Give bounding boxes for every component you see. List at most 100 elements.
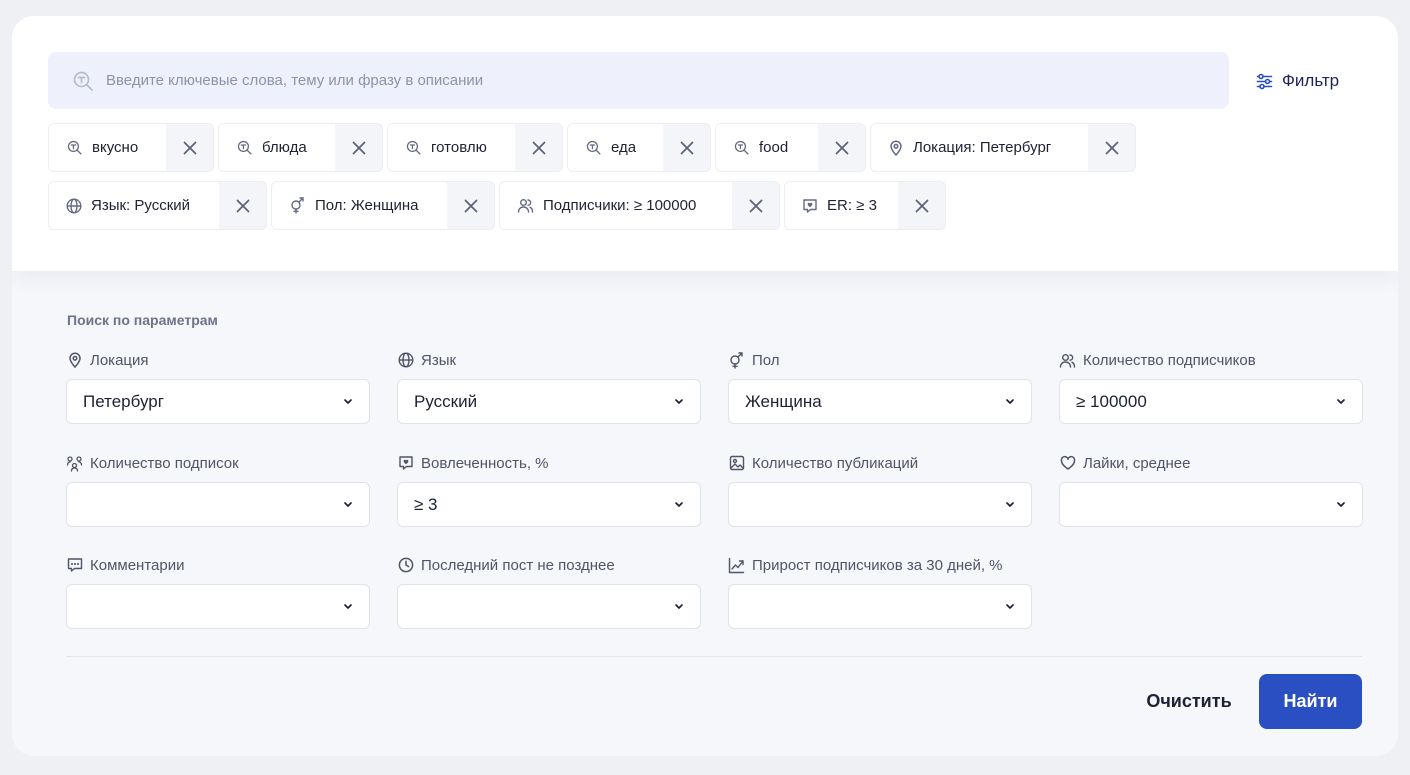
engagement-icon [802,198,818,214]
chip-body: food [716,124,818,171]
search-keyword-icon [70,68,96,94]
comments-select[interactable] [66,584,370,629]
chip-remove-button[interactable] [732,182,779,229]
field-label-text: Язык [421,351,457,369]
keyword-chips-row: вкусно блюда готовлю еда food Локация: П… [48,123,1136,172]
chip-body: Локация: Петербург [871,124,1088,171]
field-label-text: Вовлеченность, % [421,454,549,472]
heart-icon [1059,455,1076,472]
chip-remove-button[interactable] [898,182,945,229]
field-label: Прирост подписчиков за 30 дней, % [728,555,1032,575]
image-icon [728,455,745,472]
chevron-down-icon [343,501,353,508]
chip-label: ER: ≥ 3 [827,197,877,214]
clear-button[interactable]: Очистить [1134,674,1244,729]
close-icon [236,199,250,213]
search-top-panel: Фильтр вкусно блюда гот [12,16,1398,271]
field-label-text: Количество публикаций [752,454,919,472]
chip-body: Подписчики: ≥ 100000 [500,182,732,229]
chip-remove-button[interactable] [219,182,266,229]
filter-chip: food [715,123,866,172]
close-icon [464,199,478,213]
search-keyword-icon [405,139,422,156]
field-growth: Прирост подписчиков за 30 дней, % [728,555,1032,629]
filter-chip: Локация: Петербург [870,123,1136,172]
filter-button[interactable]: Фильтр [1256,68,1339,94]
field-label-text: Лайки, среднее [1083,454,1191,472]
globe-icon [66,197,82,214]
select-value: Женщина [745,391,822,411]
chevron-down-icon [1005,501,1015,508]
chip-label: Подписчики: ≥ 100000 [543,197,697,214]
gender-select[interactable]: Женщина [728,379,1032,424]
field-likes: Лайки, среднее [1059,453,1363,527]
filter-chip: ER: ≥ 3 [784,181,946,230]
chip-label: блюда [262,139,307,156]
search-keyword-icon [733,139,750,156]
likes-select[interactable] [1059,482,1363,527]
field-label: Количество подписчиков [1059,350,1363,370]
clock-icon [397,557,414,574]
followers-select[interactable]: ≥ 100000 [1059,379,1363,424]
chip-body: Пол: Женщина [272,182,447,229]
search-bar[interactable] [48,52,1229,109]
growth-chart-icon [728,557,745,574]
filter-label: Фильтр [1282,71,1340,90]
chip-remove-button[interactable] [166,124,213,171]
gender-icon [289,197,306,214]
chevron-down-icon [1336,398,1346,405]
chip-remove-button[interactable] [515,124,562,171]
chevron-down-icon [674,603,684,610]
filter-chip: готовлю [387,123,563,172]
chip-remove-button[interactable] [818,124,865,171]
search-keyword-icon [585,139,602,156]
select-value: Петербург [83,391,164,411]
chip-label: Локация: Петербург [913,139,1052,156]
chip-remove-button[interactable] [663,124,710,171]
chip-body: готовлю [388,124,515,171]
divider [66,656,1362,657]
following-icon [66,455,83,472]
find-button[interactable]: Найти [1259,674,1362,729]
close-icon [352,141,366,155]
select-value: Русский [414,391,478,411]
location-pin-icon [66,352,83,369]
last-post-select[interactable] [397,584,701,629]
chip-label: еда [611,139,637,156]
posts-select[interactable] [728,482,1032,527]
select-value: ≥ 3 [414,494,438,514]
search-keyword-icon [236,139,253,156]
language-select[interactable]: Русский [397,379,701,424]
field-language: Язык Русский [397,350,701,424]
location-select[interactable]: Петербург [66,379,370,424]
field-last-post: Последний пост не позднее [397,555,701,629]
field-label-text: Локация [90,351,149,369]
engagement-select[interactable]: ≥ 3 [397,482,701,527]
search-input[interactable] [106,52,1229,109]
chevron-down-icon [674,501,684,508]
growth-select[interactable] [728,584,1032,629]
filter-chip: Язык: Русский [48,181,267,230]
field-label-text: Комментарии [90,556,185,574]
close-icon [183,141,197,155]
field-label: Язык [397,350,701,370]
field-followers: Количество подписчиков ≥ 100000 [1059,350,1363,424]
chip-label: готовлю [431,139,487,156]
chip-body: вкусно [49,124,166,171]
chip-label: вкусно [92,139,139,156]
close-icon [680,141,694,155]
filter-chip: блюда [218,123,383,172]
chip-body: блюда [219,124,335,171]
close-icon [532,141,546,155]
following-select[interactable] [66,482,370,527]
chip-label: Пол: Женщина [315,197,419,214]
search-card: Фильтр вкусно блюда гот [12,16,1398,756]
sliders-icon [1256,73,1273,90]
chevron-down-icon [1005,603,1015,610]
chip-label: Язык: Русский [91,197,191,214]
chip-remove-button[interactable] [335,124,382,171]
chip-body: Язык: Русский [49,182,219,229]
field-label: Вовлеченность, % [397,453,701,473]
chip-remove-button[interactable] [1088,124,1135,171]
chip-remove-button[interactable] [447,182,494,229]
